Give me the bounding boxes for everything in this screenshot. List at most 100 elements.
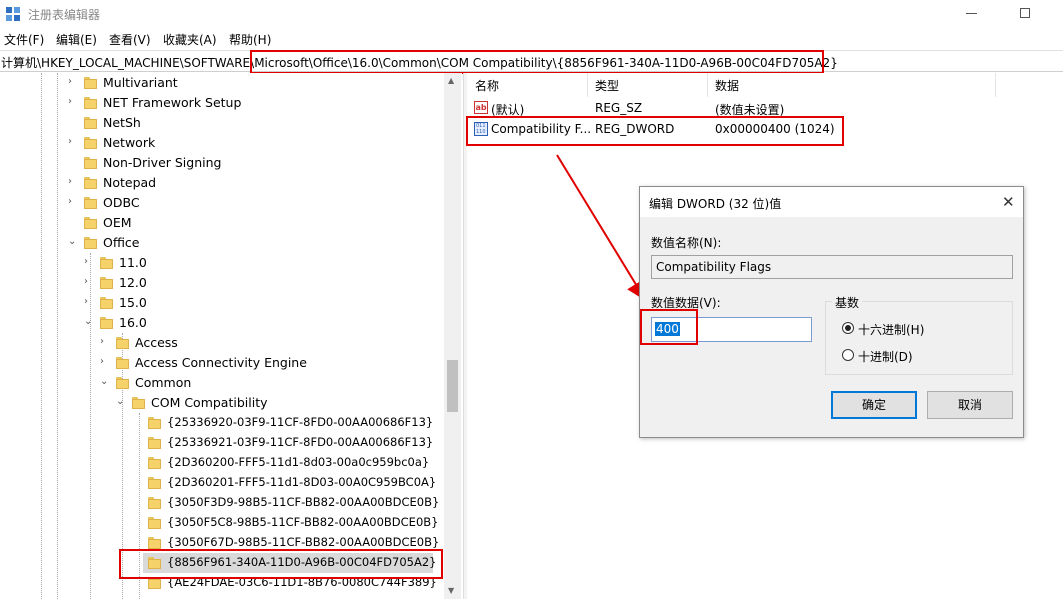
chevron-down-icon[interactable]: ⌄ [68, 237, 78, 247]
hex-radio[interactable] [842, 322, 854, 334]
tree-item-guid[interactable]: {3050F5C8-98B5-11CF-BB82-00AA00BDCE0B} [0, 513, 440, 533]
dec-radio[interactable] [842, 349, 854, 361]
scroll-up-icon[interactable]: ▲ [448, 76, 457, 85]
menu-view[interactable]: 查看(V) [109, 31, 151, 48]
chevron-right-icon[interactable]: › [68, 137, 78, 147]
dialog-titlebar[interactable]: 编辑 DWORD (32 位)值 ✕ [640, 187, 1023, 217]
tree-item-guid[interactable]: {25336921-03F9-11CF-8FD0-00AA00686F13} [0, 433, 440, 453]
chevron-down-icon[interactable]: ⌄ [84, 317, 94, 327]
tree-annotation-box [119, 549, 443, 579]
close-icon[interactable]: ✕ [1002, 193, 1015, 211]
tree-label: NetSh [103, 115, 141, 130]
column-name[interactable]: 名称 [475, 77, 499, 94]
folder-icon [116, 337, 129, 349]
column-data[interactable]: 数据 [715, 77, 739, 94]
title-bar: 注册表编辑器 [0, 0, 1063, 28]
folder-icon [84, 77, 97, 89]
dialog-title: 编辑 DWORD (32 位)值 [649, 197, 782, 211]
tree-item-guid[interactable]: {2D360200-FFF5-11d1-8d03-00a0c959bc0a} [0, 453, 440, 473]
tree-label: {3050F3D9-98B5-11CF-BB82-00AA00BDCE0B} [167, 495, 440, 509]
scrollbar-thumb[interactable] [447, 360, 458, 412]
registry-tree[interactable]: › Multivariant › NET Framework Setup Net… [0, 73, 462, 599]
tree-item-odbc[interactable]: › ODBC [0, 193, 440, 213]
tree-item-11[interactable]: › 11.0 [0, 253, 440, 273]
tree-item-guid[interactable]: {2D360201-FFF5-11d1-8D03-00A0C959BC0A} [0, 473, 440, 493]
chevron-right-icon[interactable]: › [84, 297, 94, 307]
tree-item-net-framework[interactable]: › NET Framework Setup [0, 93, 440, 113]
dec-radio-label[interactable]: 十进制(D) [858, 348, 913, 365]
folder-icon [148, 457, 161, 469]
tree-label: Network [103, 135, 156, 150]
tree-item-office[interactable]: ⌄ Office [0, 233, 440, 253]
tree-item-access[interactable]: › Access [0, 333, 440, 353]
hex-radio-label[interactable]: 十六进制(H) [858, 321, 924, 338]
scroll-down-icon[interactable]: ▼ [448, 586, 457, 595]
tree-item-guid[interactable]: {3050F3D9-98B5-11CF-BB82-00AA00BDCE0B} [0, 493, 440, 513]
base-groupbox [825, 301, 1013, 375]
list-row-default[interactable]: ab (默认) REG_SZ (数值未设置) [467, 98, 987, 118]
folder-icon [148, 497, 161, 509]
address-annotation-box [250, 50, 824, 74]
folder-icon [148, 417, 161, 429]
menu-help[interactable]: 帮助(H) [229, 31, 271, 48]
chevron-right-icon[interactable]: › [68, 77, 78, 87]
chevron-right-icon[interactable]: › [68, 97, 78, 107]
column-divider[interactable] [707, 73, 708, 97]
chevron-down-icon[interactable]: ⌄ [100, 377, 110, 387]
column-type[interactable]: 类型 [595, 77, 619, 94]
column-divider[interactable] [995, 73, 996, 97]
chevron-right-icon[interactable]: › [84, 257, 94, 267]
chevron-right-icon[interactable]: › [68, 177, 78, 187]
folder-open-icon [100, 317, 113, 329]
folder-icon [84, 137, 97, 149]
value-row-annotation-box [466, 116, 844, 146]
menu-favorites[interactable]: 收藏夹(A) [163, 31, 217, 48]
tree-label: {2D360201-FFF5-11d1-8D03-00A0C959BC0A} [167, 475, 437, 489]
tree-item-common[interactable]: ⌄ Common [0, 373, 440, 393]
tree-label: Access Connectivity Engine [135, 355, 307, 370]
menu-file[interactable]: 文件(F) [4, 31, 44, 48]
chevron-right-icon[interactable]: › [84, 277, 94, 287]
value-name-text: Compatibility Flags [656, 260, 772, 274]
tree-item-16[interactable]: ⌄ 16.0 [0, 313, 440, 333]
folder-open-icon [116, 377, 129, 389]
tree-item-access-connectivity[interactable]: › Access Connectivity Engine [0, 353, 440, 373]
address-prefix: 计算机\HKEY_LOCAL_MACHINE\SOFTWARE\ [1, 56, 255, 70]
maximize-button[interactable] [1020, 8, 1030, 18]
value-name-label: 数值名称(N): [651, 236, 722, 250]
chevron-right-icon[interactable]: › [68, 197, 78, 207]
base-group-title: 基数 [832, 294, 863, 311]
folder-icon [148, 537, 161, 549]
string-value-icon: ab [474, 101, 488, 114]
folder-open-icon [132, 397, 145, 409]
chevron-right-icon[interactable]: › [100, 337, 110, 347]
cancel-button[interactable]: 取消 [927, 391, 1013, 419]
chevron-down-icon[interactable]: ⌄ [116, 397, 126, 407]
tree-item-12[interactable]: › 12.0 [0, 273, 440, 293]
tree-label: {2D360200-FFF5-11d1-8d03-00a0c959bc0a} [167, 455, 430, 469]
window-title: 注册表编辑器 [28, 8, 101, 22]
ok-button[interactable]: 确定 [831, 391, 917, 419]
folder-icon [100, 297, 113, 309]
tree-item-netsh[interactable]: NetSh [0, 113, 440, 133]
tree-label: 12.0 [119, 275, 147, 290]
chevron-right-icon[interactable]: › [100, 357, 110, 367]
tree-item-non-driver-signing[interactable]: Non-Driver Signing [0, 153, 440, 173]
tree-item-guid[interactable]: {25336920-03F9-11CF-8FD0-00AA00686F13} [0, 413, 440, 433]
regedit-icon [6, 7, 20, 21]
tree-item-notepad[interactable]: › Notepad [0, 173, 440, 193]
tree-item-com-compatibility[interactable]: ⌄ COM Compatibility [0, 393, 440, 413]
tree-scrollbar[interactable] [444, 73, 461, 599]
tree-label: Multivariant [103, 75, 178, 90]
tree-item-15[interactable]: › 15.0 [0, 293, 440, 313]
value-data-annotation-box [640, 309, 698, 345]
tree-item-network[interactable]: › Network [0, 133, 440, 153]
menu-bar: 文件(F) 编辑(E) 查看(V) 收藏夹(A) 帮助(H) [0, 28, 1063, 49]
menu-edit[interactable]: 编辑(E) [56, 31, 97, 48]
tree-label: NET Framework Setup [103, 95, 242, 110]
tree-label: 15.0 [119, 295, 147, 310]
tree-item-oem[interactable]: OEM [0, 213, 440, 233]
minimize-button[interactable] [966, 13, 977, 14]
tree-item-multivariant[interactable]: › Multivariant [0, 73, 440, 93]
column-divider[interactable] [587, 73, 588, 97]
